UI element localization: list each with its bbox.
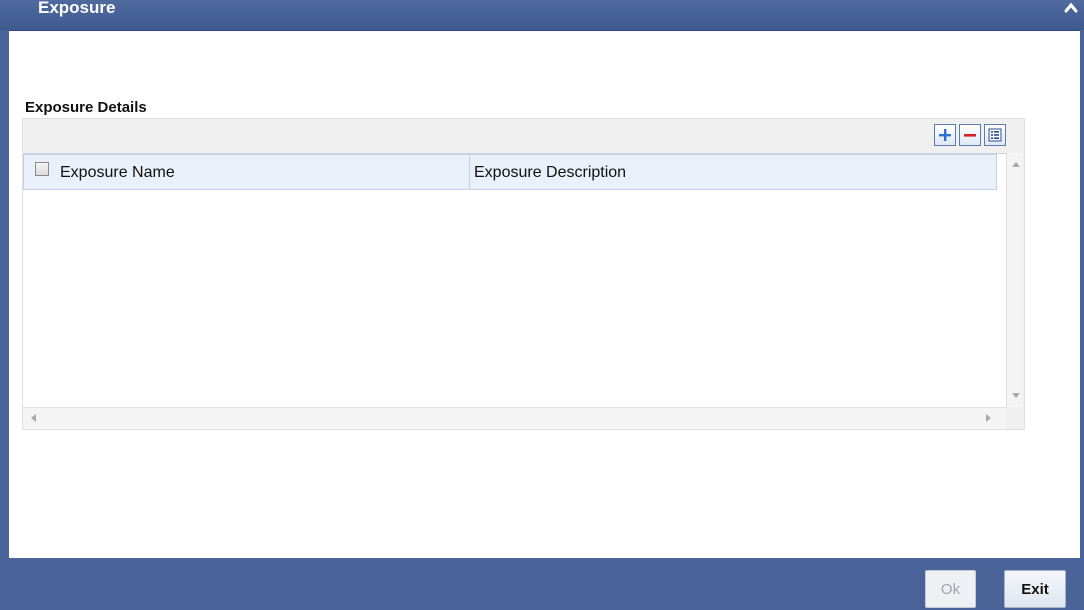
add-row-icon [939, 129, 951, 141]
exposure-grid: Exposure Name Exposure Description [23, 153, 1006, 407]
dialog-footer [0, 558, 1084, 610]
section-title: Exposure Details [25, 99, 147, 116]
select-all-cell [24, 155, 60, 189]
window-left-border [0, 30, 9, 558]
window-title: Exposure [38, 0, 116, 17]
delete-row-icon [964, 134, 976, 137]
column-header-exposure-description[interactable]: Exposure Description [470, 155, 996, 189]
exit-button[interactable]: Exit [1004, 570, 1066, 608]
scroll-down-arrow-icon[interactable] [1012, 393, 1020, 398]
scroll-right-arrow-icon[interactable] [986, 414, 991, 422]
add-row-button[interactable] [934, 124, 956, 146]
grid-toolbar [934, 124, 1006, 146]
column-header-exposure-name[interactable]: Exposure Name [60, 155, 470, 189]
scroll-left-arrow-icon[interactable] [31, 414, 36, 422]
single-view-button[interactable] [984, 124, 1006, 146]
scroll-up-arrow-icon[interactable] [1012, 162, 1020, 167]
delete-row-button[interactable] [959, 124, 981, 146]
window-titlebar: Exposure [0, 0, 1084, 31]
ok-button[interactable]: Ok [925, 570, 976, 608]
close-icon[interactable] [1062, 0, 1080, 16]
select-all-checkbox[interactable] [35, 162, 49, 176]
single-view-icon [988, 128, 1002, 142]
window-right-border [1080, 30, 1084, 558]
vertical-scrollbar[interactable] [1006, 153, 1023, 407]
grid-header-row: Exposure Name Exposure Description [23, 154, 997, 190]
horizontal-scrollbar[interactable] [23, 407, 1006, 429]
